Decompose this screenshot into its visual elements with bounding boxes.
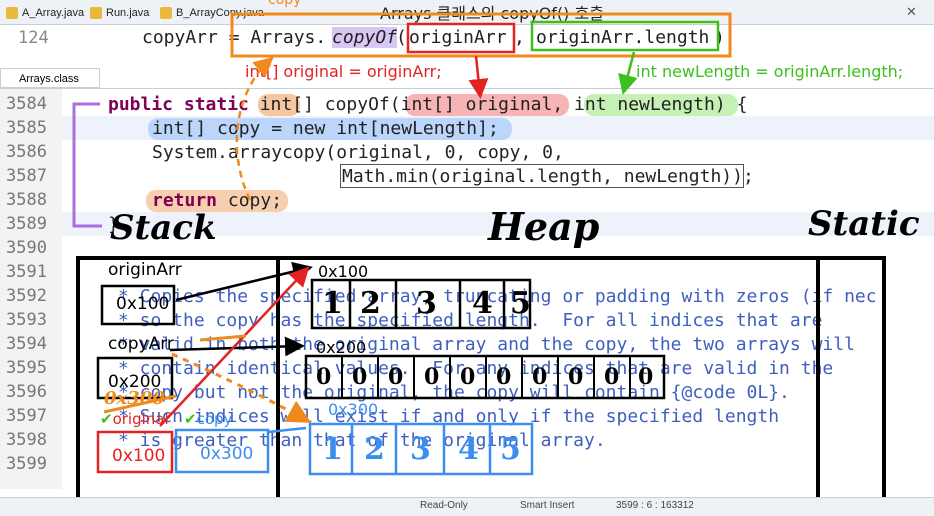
value-copy: 0x300	[200, 444, 254, 464]
heap-addr-2: 0x200	[316, 338, 367, 357]
heap-cell: 0	[460, 364, 476, 390]
heap-addr-3: 0x300	[328, 400, 379, 419]
heap-cell: 0	[424, 364, 440, 390]
red-arrow	[468, 55, 489, 99]
heap-cell: 4	[458, 432, 479, 467]
status-insert: Smart Insert	[520, 500, 575, 511]
heap-cell: 0	[316, 364, 332, 390]
arrow-originArr	[175, 261, 313, 302]
heap-cell: 0	[496, 364, 512, 390]
label-originArr: originArr	[108, 260, 182, 280]
green-arrow	[618, 51, 638, 95]
arrow-original	[159, 266, 310, 427]
heap-cell: 4	[472, 286, 493, 321]
heap-cell: 0	[638, 364, 654, 390]
heap-cell: 0	[532, 364, 548, 390]
value-originArr: 0x100	[116, 294, 170, 314]
heap-cell: 5	[500, 432, 521, 467]
heap-cell: 5	[510, 286, 531, 321]
section-heap: Heap	[488, 204, 600, 249]
check-icon: ✔	[100, 410, 113, 428]
label-copyArr: copyArr	[108, 334, 174, 354]
heap-cell: 1	[322, 432, 343, 467]
status-position: 3599 : 6 : 163312	[616, 500, 694, 511]
label-copy: ✔copy	[184, 410, 232, 428]
section-static: Static	[808, 204, 920, 244]
label-original-text: original	[112, 410, 169, 428]
status-mode: Read-Only	[420, 500, 468, 511]
value-copyArr-new: 0x300	[104, 388, 165, 409]
heap-cell: 2	[364, 432, 385, 467]
status-bar: Read-Only Smart Insert 3599 : 6 : 163312	[0, 497, 934, 516]
label-copy-text: copy	[196, 410, 233, 428]
heap-addr-1: 0x100	[318, 262, 369, 281]
heap-cell: 0	[604, 364, 620, 390]
orange-return-arrow	[235, 56, 274, 201]
heap-cell: 3	[416, 286, 437, 321]
label-original: ✔original	[100, 410, 169, 428]
heap-cell: 0	[388, 364, 404, 390]
value-original: 0x100	[112, 446, 166, 466]
check-icon: ✔	[184, 410, 197, 428]
heap-cell: 2	[360, 286, 381, 321]
heap-cell: 3	[410, 432, 431, 467]
section-stack: Stack	[110, 208, 217, 248]
red-arg-box	[406, 22, 516, 54]
heap-cell: 0	[568, 364, 584, 390]
heap-cell: 0	[352, 364, 368, 390]
green-arg-box	[530, 20, 720, 52]
method-bracket	[72, 102, 102, 228]
heap-cell: 1	[322, 286, 343, 321]
